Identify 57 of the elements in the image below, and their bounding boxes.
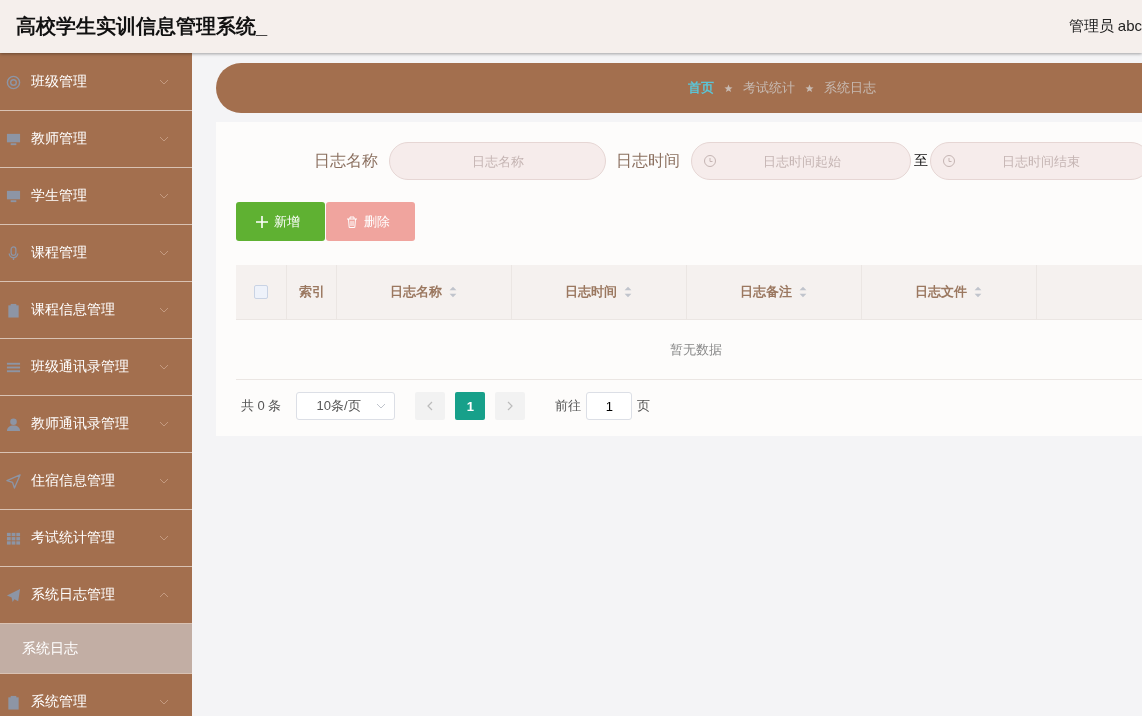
column-header[interactable]: 索引 (298, 283, 325, 301)
field-label: 日志时间 (616, 150, 680, 171)
previous-page-button[interactable] (415, 392, 446, 420)
menu-item[interactable]: 班级通讯录管理 (0, 339, 192, 396)
caret-icon (376, 403, 387, 409)
page-suffix: 页 (637, 397, 651, 415)
empty-message: 暂无数据 (670, 340, 722, 359)
clock-icon (942, 154, 956, 168)
chevron-right-icon (506, 401, 515, 411)
monitor-icon (6, 131, 21, 147)
menu-item[interactable]: 班级管理 (0, 54, 192, 111)
paper-plane-icon (6, 587, 21, 603)
pointer-icon (6, 473, 21, 489)
menu-item[interactable]: 住宿信息管理 (0, 453, 192, 510)
goto-label: 前往 (555, 397, 582, 415)
column-header[interactable]: 日志文件 (915, 283, 967, 301)
chevron-left-icon (426, 401, 435, 411)
breadcrumb-link[interactable]: 考试统计 (743, 79, 795, 97)
next-page-button[interactable] (495, 392, 526, 420)
target-icon (6, 74, 21, 90)
column-header[interactable]: 日志名称 (390, 283, 442, 301)
menu-item[interactable]: 教师管理 (0, 111, 192, 168)
star-icon (805, 83, 814, 93)
total-count: 共 0 条 (241, 397, 282, 415)
clipboard-icon (6, 694, 21, 710)
add-button[interactable]: 新增 (236, 202, 325, 241)
clock-icon (703, 154, 717, 168)
sort-icon (448, 286, 458, 298)
sort-icon (623, 286, 633, 298)
breadcrumb-link[interactable]: 首页 (688, 79, 714, 97)
page-input[interactable]: 1 (586, 392, 633, 420)
plus-icon (256, 215, 268, 228)
microphone-icon (6, 245, 21, 261)
trash-icon (346, 215, 358, 228)
select-all-checkbox[interactable] (254, 285, 268, 299)
sort-icon (973, 286, 983, 298)
star-icon (724, 83, 733, 93)
app-title: 高校学生实训信息管理系统_ (16, 14, 268, 39)
menu-item[interactable]: 学生管理 (0, 168, 192, 225)
menu-item[interactable]: 课程信息管理 (0, 282, 192, 339)
column-header[interactable]: 日志时间 (565, 283, 617, 301)
menu-item[interactable]: 教师通讯录管理 (0, 396, 192, 453)
page-button[interactable]: 1 (455, 392, 486, 420)
user-name[interactable]: 管理员 abc (1068, 17, 1142, 36)
menu-item[interactable]: 课程管理 (0, 225, 192, 282)
grid-icon (6, 530, 21, 546)
menu-item[interactable]: 考试统计管理 (0, 510, 192, 567)
sort-icon (798, 286, 808, 298)
breadcrumb-link[interactable]: 系统日志 (824, 79, 876, 97)
page-size-select[interactable]: 10条/页 (296, 392, 396, 420)
person-icon (6, 416, 21, 432)
monitor-icon (6, 188, 21, 204)
clipboard-icon (6, 302, 21, 318)
range-separator: 至 (914, 152, 928, 170)
column-header[interactable]: 日志备注 (740, 283, 792, 301)
field-label: 日志名称 (314, 150, 378, 171)
menu-item[interactable]: 系统管理 (0, 674, 192, 716)
